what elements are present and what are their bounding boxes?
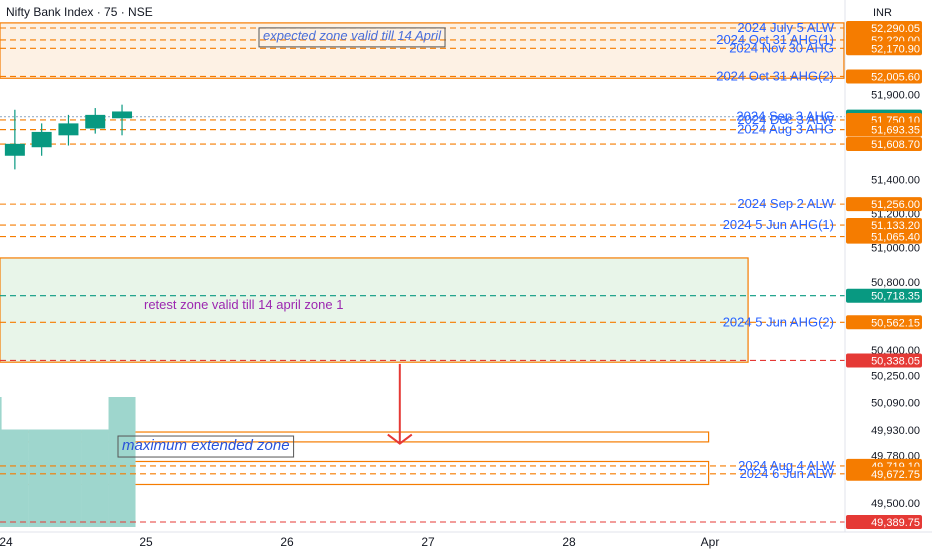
time-tick: 27 bbox=[421, 535, 435, 549]
level-label: 2024 Aug 3 AHG bbox=[737, 122, 834, 137]
volume-bar bbox=[81, 429, 109, 527]
zone-label: maximum extended zone bbox=[122, 437, 290, 454]
price-tag-label: 51,693.35 bbox=[871, 125, 920, 137]
candle-body bbox=[85, 114, 106, 129]
price-axis-tick: 50,250.00 bbox=[871, 370, 920, 382]
price-tag-label: 52,005.60 bbox=[871, 71, 920, 83]
time-tick: 24 bbox=[0, 535, 13, 549]
candle-body bbox=[112, 111, 133, 119]
level-label: 2024 6 Jun ALW bbox=[740, 466, 835, 481]
price-tag-label: 51,065.40 bbox=[871, 232, 920, 244]
candle-body bbox=[31, 131, 52, 148]
volume-layer bbox=[0, 397, 136, 527]
price-axis-tick: 50,800.00 bbox=[871, 277, 920, 289]
chart-svg[interactable]: expected zone valid till 14 April retest … bbox=[0, 0, 932, 550]
zone-1 bbox=[0, 257, 749, 363]
level-label: 2024 5 Jun AHG(1) bbox=[723, 217, 834, 232]
candles-layer bbox=[4, 104, 133, 170]
price-tag-label: 51,256.00 bbox=[871, 199, 920, 211]
time-tick: Apr bbox=[701, 535, 720, 549]
volume-bar bbox=[108, 397, 136, 527]
time-tick: 28 bbox=[562, 535, 576, 549]
price-axis-tick: 49,500.00 bbox=[871, 498, 920, 510]
price-tag-label: 50,718.35 bbox=[871, 291, 920, 303]
candle-body bbox=[4, 143, 25, 156]
candle-body bbox=[58, 123, 79, 136]
price-tag-label: 52,170.90 bbox=[871, 43, 920, 55]
price-axis-tick: 51,900.00 bbox=[871, 89, 920, 101]
chart-title: Nifty Bank Index · 75 · NSE bbox=[6, 5, 153, 19]
time-tick: 26 bbox=[280, 535, 294, 549]
price-axis-tick: 51,000.00 bbox=[871, 243, 920, 255]
volume-bar bbox=[54, 429, 82, 527]
volume-bar bbox=[0, 397, 2, 527]
chart-container[interactable]: expected zone valid till 14 April retest … bbox=[0, 0, 932, 550]
level-label: 2024 5 Jun AHG(2) bbox=[723, 314, 834, 329]
price-tag-label: 50,338.05 bbox=[871, 355, 920, 367]
time-tick: 25 bbox=[139, 535, 153, 549]
level-label: 2024 Nov 30 AHG bbox=[729, 40, 834, 55]
price-tag-label: 51,608.70 bbox=[871, 139, 920, 151]
level-labels-layer: expected zone valid till 14 April retest … bbox=[117, 20, 835, 481]
volume-bar bbox=[28, 429, 56, 527]
price-tag-label: 49,389.75 bbox=[871, 517, 920, 529]
zone-label: expected zone valid till 14 April bbox=[263, 28, 442, 43]
level-label: 2024 Oct 31 AHG(2) bbox=[716, 68, 834, 83]
level-label: 2024 Sep 2 ALW bbox=[737, 196, 834, 211]
price-axis-tick: 51,400.00 bbox=[871, 175, 920, 187]
price-tag-label: 49,672.75 bbox=[871, 469, 920, 481]
zone-label: retest zone valid till 14 april zone 1 bbox=[144, 297, 343, 312]
currency-label: INR bbox=[873, 7, 892, 19]
price-axis-tick: 49,930.00 bbox=[871, 425, 920, 437]
volume-bar bbox=[1, 429, 29, 527]
price-axis-tick: 50,090.00 bbox=[871, 398, 920, 410]
price-tag-label: 50,562.15 bbox=[871, 317, 920, 329]
